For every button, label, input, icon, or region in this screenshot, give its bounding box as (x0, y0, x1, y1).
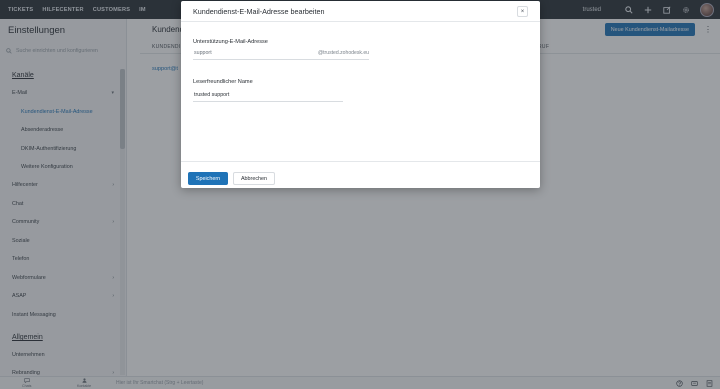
cancel-button[interactable]: Abbrechen (233, 172, 275, 185)
friendly-name-value: trusted support (194, 92, 230, 98)
close-icon[interactable]: × (517, 6, 528, 17)
dialog-footer: Speichern Abbrechen (181, 161, 540, 188)
friendly-name-label: Leserfreundlicher Name (193, 79, 253, 85)
dialog-header: Kundendienst-E-Mail-Adresse bearbeiten × (181, 1, 540, 22)
support-email-field[interactable]: support @trusted.zohodesk.eu (193, 49, 369, 60)
edit-support-address-dialog: Kundendienst-E-Mail-Adresse bearbeiten ×… (181, 1, 540, 188)
support-email-label: Unterstützung-E-Mail-Adresse (193, 39, 268, 45)
support-email-domain: @trusted.zohodesk.eu (317, 50, 369, 56)
friendly-name-field[interactable]: trusted support (193, 91, 343, 102)
save-button[interactable]: Speichern (188, 172, 228, 185)
dialog-title: Kundendienst-E-Mail-Adresse bearbeiten (193, 7, 325, 16)
support-email-value: support (194, 50, 212, 56)
